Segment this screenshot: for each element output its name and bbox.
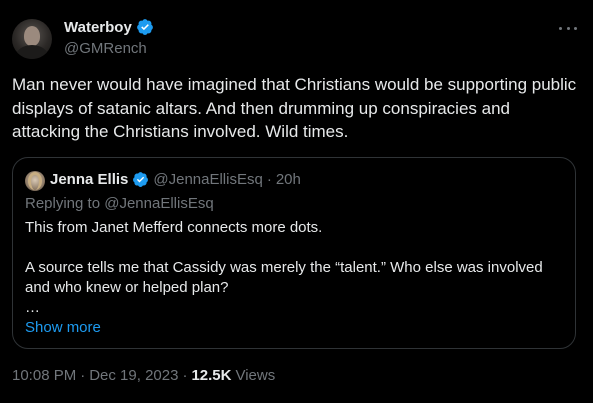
views-label: Views [235,367,276,384]
more-dot [559,26,562,30]
verified-badge-icon [133,172,149,187]
quoted-author-handle[interactable]: @JennaEllisEsq [153,171,262,188]
more-dot [566,26,570,30]
separator-dot: · [182,367,188,384]
quoted-paragraph-1: This from Janet Mefferd connects more do… [25,219,323,236]
quoted-tweet-text: This from Janet Mefferd connects more do… [25,218,565,318]
tweet-meta: 10:08 PM · Dec 19, 2023 · 12.5K Views [12,367,275,384]
replying-to-handle[interactable]: @JennaEllisEsq [104,195,213,212]
avatar-shoulders [16,45,48,59]
tweet-time[interactable]: 10:08 PM [12,367,76,384]
replying-prefix: Replying to [25,195,105,212]
quoted-tweet-card[interactable]: Jenna Ellis @JennaEllisEsq · 20h Replyin… [12,157,576,349]
author-name-row[interactable]: Waterboy [64,18,154,36]
more-options-icon[interactable] [559,19,577,37]
avatar-head [24,26,40,46]
tweet-text: Man never would have imagined that Chris… [12,75,577,141]
author-avatar[interactable] [12,19,52,59]
quoted-author-avatar[interactable] [25,171,45,191]
author-handle[interactable]: @GMRench [64,40,147,57]
verified-badge-icon [136,19,153,35]
avatar-hair [28,172,42,190]
replying-to-line: Replying to @JennaEllisEsq [25,195,214,212]
show-more-link[interactable]: Show more [25,319,101,336]
quoted-paragraph-2: A source tells me that Cassidy was merel… [25,259,543,296]
separator-dot: · [80,367,86,384]
views-count: 12.5K [191,367,232,384]
quoted-tweet-time[interactable]: 20h [276,171,301,188]
tweet-date[interactable]: Dec 19, 2023 [89,367,178,384]
quoted-tweet-header: Jenna Ellis @JennaEllisEsq · 20h [50,171,301,188]
quoted-ellipsis: … [25,299,40,316]
more-dot [574,26,577,30]
quoted-author-name[interactable]: Jenna Ellis [50,171,128,188]
author-display-name[interactable]: Waterboy [64,19,132,36]
separator-dot: · [266,171,272,188]
